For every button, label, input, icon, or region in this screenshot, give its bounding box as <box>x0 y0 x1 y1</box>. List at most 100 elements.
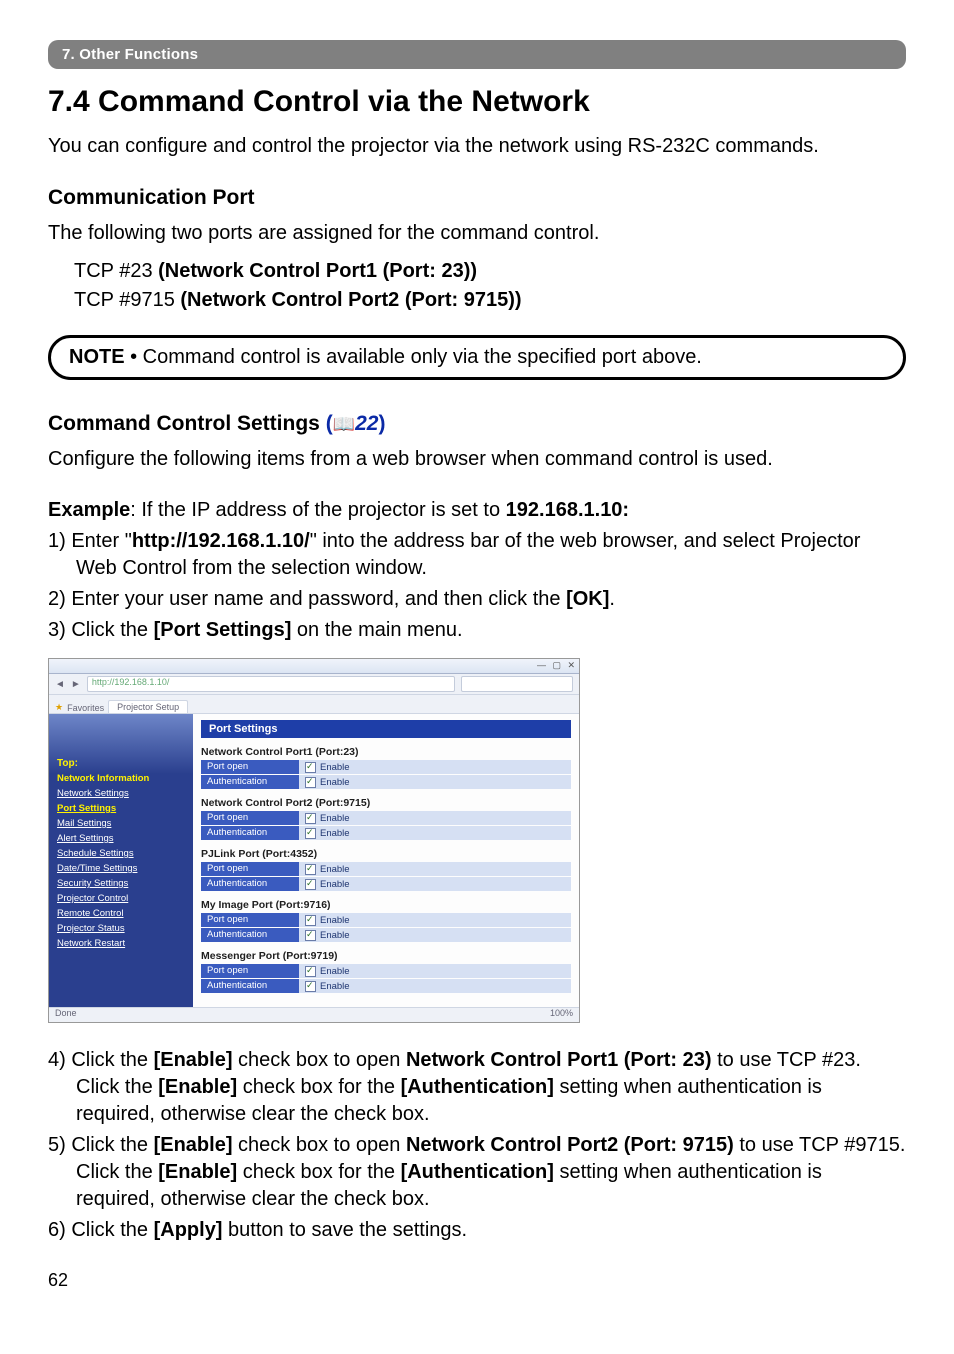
note-label: NOTE <box>69 346 125 368</box>
sidebar-item: Network Restart <box>57 938 185 949</box>
cfg-text: Configure the following items from a web… <box>48 446 906 473</box>
sidebar-item: Date/Time Settings <box>57 863 185 874</box>
row-label: Port open <box>201 964 299 978</box>
example-label: Example <box>48 499 130 521</box>
step-1: 1) Enter "http://192.168.1.10/" into the… <box>48 528 906 582</box>
settings-group: Network Control Port1 (Port:23)Port open… <box>201 746 571 789</box>
row-label: Authentication <box>201 826 299 840</box>
screenshot-main: Port Settings Network Control Port1 (Por… <box>193 714 579 1007</box>
checkbox-icon <box>305 813 316 824</box>
port1-bold: (Network Control Port1 (Port: 23)) <box>158 260 477 282</box>
cross-ref: (📖22) <box>326 412 386 435</box>
settings-row: AuthenticationEnable <box>201 979 571 993</box>
sidebar-item: Network Settings <box>57 788 185 799</box>
comm-port-text: The following two ports are assigned for… <box>48 220 906 247</box>
step-2: 2) Enter your user name and password, an… <box>48 586 906 613</box>
row-label: Authentication <box>201 775 299 789</box>
settings-group: Messenger Port (Port:9719) Port openEnabl… <box>201 950 571 993</box>
group-heading: PJLink Port (Port:4352) <box>201 848 571 860</box>
group-heading: My Image Port (Port:9716) <box>201 899 571 911</box>
step-4: 4) Click the [Enable] check box to open … <box>48 1047 906 1128</box>
row-value: Enable <box>299 826 571 840</box>
step-6: 6) Click the [Apply] button to save the … <box>48 1217 906 1244</box>
port1-prefix: TCP #23 <box>74 260 158 282</box>
sidebar-item: Alert Settings <box>57 833 185 844</box>
sidebar-item: Schedule Settings <box>57 848 185 859</box>
cmd-ctrl-heading: Command Control Settings (📖22) <box>48 412 906 436</box>
checkbox-icon <box>305 879 316 890</box>
search-box <box>461 676 573 692</box>
row-label: Port open <box>201 862 299 876</box>
row-value: Enable <box>299 928 571 942</box>
sidebar-item: Port Settings <box>57 803 185 814</box>
steps-block-2: 4) Click the [Enable] check box to open … <box>48 1047 906 1244</box>
sidebar-item: Network Information <box>57 773 185 784</box>
page-number: 62 <box>48 1270 906 1291</box>
row-label: Authentication <box>201 979 299 993</box>
settings-group: PJLink Port (Port:4352) Port openEnableAu… <box>201 848 571 891</box>
steps-block-1: Example: If the IP address of the projec… <box>48 497 906 644</box>
manual-icon: 📖 <box>333 414 355 434</box>
row-value: Enable <box>299 877 571 891</box>
row-label: Port open <box>201 811 299 825</box>
checkbox-icon <box>305 828 316 839</box>
screenshot-titlebar: — ▢ ✕ <box>49 659 579 674</box>
port2-bold: (Network Control Port2 (Port: 9715)) <box>180 289 521 311</box>
favorites-star-icon: ★ <box>55 702 63 713</box>
address-box: http://192.168.1.10/ <box>87 676 455 692</box>
cmd-ctrl-head-text: Command Control Settings <box>48 412 320 435</box>
row-value: Enable <box>299 979 571 993</box>
nav-back-icon: ◄ <box>55 679 65 690</box>
nav-fwd-icon: ► <box>71 679 81 690</box>
screenshot-tab-bar: ★ Favorites Projector Setup <box>49 695 579 714</box>
intro-paragraph: You can configure and control the projec… <box>48 133 906 160</box>
port2-prefix: TCP #9715 <box>74 289 180 311</box>
settings-group: Network Control Port2 (Port:9715) Port op… <box>201 797 571 840</box>
row-value: Enable <box>299 964 571 978</box>
row-value: Enable <box>299 760 571 774</box>
settings-row: AuthenticationEnable <box>201 928 571 942</box>
row-value: Enable <box>299 775 571 789</box>
step-3: 3) Click the [Port Settings] on the main… <box>48 617 906 644</box>
group-heading: Network Control Port2 (Port:9715) <box>201 797 571 809</box>
settings-group: My Image Port (Port:9716) Port openEnable… <box>201 899 571 942</box>
settings-row: Port openEnable <box>201 811 571 825</box>
checkbox-icon <box>305 930 316 941</box>
status-left: Done <box>55 1008 77 1022</box>
sidebar-item: Security Settings <box>57 878 185 889</box>
example-line: Example: If the IP address of the projec… <box>48 497 906 524</box>
settings-row: AuthenticationEnable <box>201 877 571 891</box>
screenshot-address-bar: ◄ ► http://192.168.1.10/ <box>49 674 579 695</box>
settings-row: AuthenticationEnable <box>201 775 571 789</box>
row-label: Authentication <box>201 928 299 942</box>
settings-row: Port openEnable <box>201 913 571 927</box>
cross-ref-page: 22 <box>355 412 378 435</box>
group-heading: Messenger Port (Port:9719) <box>201 950 571 962</box>
example-ip: 192.168.1.10: <box>506 499 629 521</box>
note-text: • Command control is available only via … <box>125 346 702 368</box>
browser-tab: Projector Setup <box>108 700 188 713</box>
checkbox-icon <box>305 981 316 992</box>
screenshot-status-bar: Done 100% <box>49 1007 579 1022</box>
checkbox-icon <box>305 915 316 926</box>
status-right: 100% <box>550 1008 573 1022</box>
row-value: Enable <box>299 862 571 876</box>
chapter-bar: 7. Other Functions <box>48 40 906 69</box>
row-label: Authentication <box>201 877 299 891</box>
settings-row: Port openEnable <box>201 964 571 978</box>
screenshot-browser-window: — ▢ ✕ ◄ ► http://192.168.1.10/ ★ Favorit… <box>48 658 580 1023</box>
row-label: Port open <box>201 760 299 774</box>
sidebar-item: Projector Control <box>57 893 185 904</box>
comm-port-heading: Communication Port <box>48 186 906 210</box>
section-title: 7.4 Command Control via the Network <box>48 85 906 119</box>
sidebar-item: Remote Control <box>57 908 185 919</box>
checkbox-icon <box>305 966 316 977</box>
step-5: 5) Click the [Enable] check box to open … <box>48 1132 906 1213</box>
settings-row: AuthenticationEnable <box>201 826 571 840</box>
checkbox-icon <box>305 864 316 875</box>
sidebar-item: Mail Settings <box>57 818 185 829</box>
sidebar-top: Top: <box>57 758 185 769</box>
checkbox-icon <box>305 777 316 788</box>
row-label: Port open <box>201 913 299 927</box>
panel-title: Port Settings <box>201 720 571 738</box>
